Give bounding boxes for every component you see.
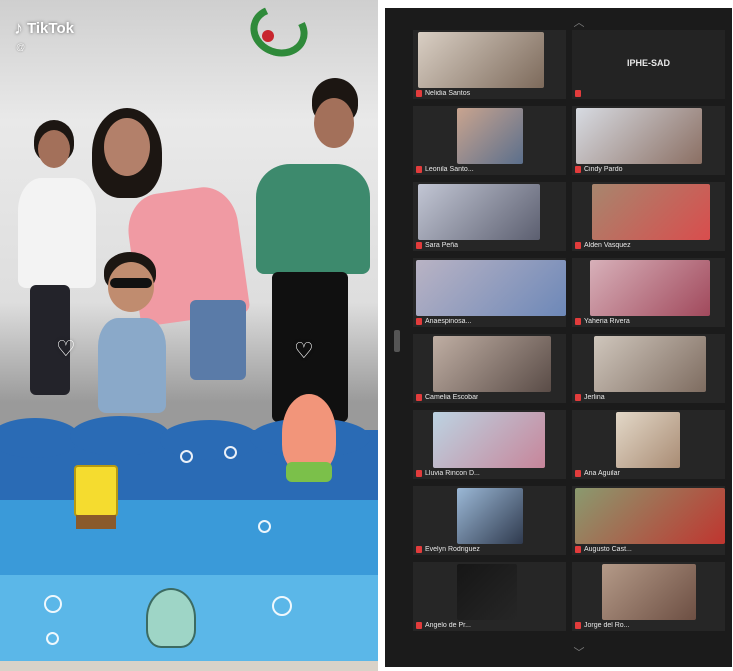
muted-mic-icon — [416, 622, 422, 629]
participant-name: Anaespinosa... — [425, 318, 472, 325]
muted-mic-icon — [416, 546, 422, 553]
tiktok-user-handle: @ — [16, 42, 26, 52]
participant-video — [576, 108, 702, 164]
participant-tile[interactable]: Anaespinosa... — [413, 258, 566, 327]
muted-mic-icon — [575, 622, 581, 629]
participant-name: Augusto Cast... — [584, 546, 632, 553]
participant-name: Camelia Escobar — [425, 394, 479, 401]
bubble — [44, 595, 62, 613]
participant-tile[interactable]: Nelidia Santos — [413, 30, 566, 99]
squidward-sticker — [146, 588, 196, 648]
muted-mic-icon — [416, 242, 422, 249]
participant-video — [418, 32, 544, 88]
participant-name: Nelidia Santos — [425, 90, 471, 97]
participant-tile[interactable]: Cindy Pardo — [572, 106, 725, 175]
zoom-gallery-view: ︿ Nelidia Santos IPHE-SAD Leonila Santo...… — [378, 0, 733, 671]
bubble — [180, 450, 193, 463]
tiktok-logo: ♪ TikTok — [14, 18, 74, 39]
muted-mic-icon — [575, 394, 581, 401]
heart-icon: ♡ — [56, 336, 76, 361]
muted-mic-icon — [575, 90, 581, 97]
participant-tile[interactable]: Ana Aguilar — [572, 410, 725, 479]
muted-mic-icon — [575, 470, 581, 477]
participant-video — [433, 336, 551, 392]
participant-video — [594, 336, 706, 392]
participant-name: Alden Vasquez — [584, 242, 631, 249]
participant-video — [616, 412, 680, 468]
gallery-panel: ︿ Nelidia Santos IPHE-SAD Leonila Santo...… — [385, 8, 732, 667]
participant-tile[interactable]: Lluvia Rincon D... — [413, 410, 566, 479]
participant-tile[interactable]: Sara Peña — [413, 182, 566, 251]
chevron-down-icon[interactable]: ﹀ — [571, 648, 587, 659]
participant-tile[interactable]: Leonila Santo... — [413, 106, 566, 175]
bubble — [258, 520, 271, 533]
muted-mic-icon — [575, 318, 581, 325]
participant-video — [457, 564, 517, 620]
participant-name: Cindy Pardo — [584, 166, 623, 173]
participant-tile[interactable]: Evelyn Rodriguez — [413, 486, 566, 555]
chevron-up-icon[interactable]: ︿ — [571, 18, 587, 29]
muted-mic-icon — [416, 166, 422, 173]
patrick-sticker — [282, 394, 336, 482]
bubble — [224, 446, 237, 459]
participant-name: Jorge del Ro... — [584, 622, 630, 629]
muted-mic-icon — [416, 318, 422, 325]
participant-tile[interactable]: Jorge del Ro... — [572, 562, 725, 631]
participant-video — [457, 108, 523, 164]
participant-tile[interactable]: IPHE-SAD — [572, 30, 725, 99]
muted-mic-icon — [416, 470, 422, 477]
bubble — [272, 596, 292, 616]
floor-strip — [0, 661, 378, 671]
participant-tile[interactable]: Augusto Cast... — [572, 486, 725, 555]
participant-video — [575, 488, 725, 544]
participant-display-name: IPHE-SAD — [626, 58, 670, 68]
participant-tile[interactable]: Camelia Escobar — [413, 334, 566, 403]
bubble — [46, 632, 59, 645]
tiktok-note-icon: ♪ — [14, 18, 23, 38]
participant-name: Sara Peña — [425, 242, 459, 249]
wreath-bow — [262, 30, 274, 42]
participant-name: Lluvia Rincon D... — [425, 470, 480, 477]
heart-icon: ♡ — [294, 338, 314, 363]
muted-mic-icon — [575, 242, 581, 249]
participant-video — [418, 184, 540, 240]
participant-tile[interactable]: Angelo de Pr... — [413, 562, 566, 631]
participant-video — [590, 260, 710, 316]
spongebob-sticker — [74, 465, 118, 529]
participant-name: Leonila Santo... — [425, 166, 474, 173]
participant-name: Evelyn Rodriguez — [425, 546, 480, 553]
participant-video — [433, 412, 545, 468]
participant-video — [416, 260, 566, 316]
participant-tile[interactable]: Alden Vasquez — [572, 182, 725, 251]
muted-mic-icon — [575, 546, 581, 553]
participant-video — [602, 564, 696, 620]
participant-name: Angelo de Pr... — [425, 622, 471, 629]
gallery-scroll-handle[interactable] — [394, 330, 400, 352]
muted-mic-icon — [575, 166, 581, 173]
tiktok-video-frame: ♪ TikTok @ ♡ ♡ — [0, 0, 378, 671]
participant-tile[interactable]: Jerlina — [572, 334, 725, 403]
participant-name: Jerlina — [584, 394, 605, 401]
muted-mic-icon — [416, 394, 422, 401]
participant-tile[interactable]: Yaheria Rivera — [572, 258, 725, 327]
muted-mic-icon — [416, 90, 422, 97]
participant-name: Yaheria Rivera — [584, 318, 630, 325]
participant-video — [592, 184, 710, 240]
christmas-wreath-decoration — [243, 0, 315, 65]
participant-name: Ana Aguilar — [584, 470, 620, 477]
tiktok-logo-text: TikTok — [27, 20, 74, 37]
participant-video — [457, 488, 523, 544]
